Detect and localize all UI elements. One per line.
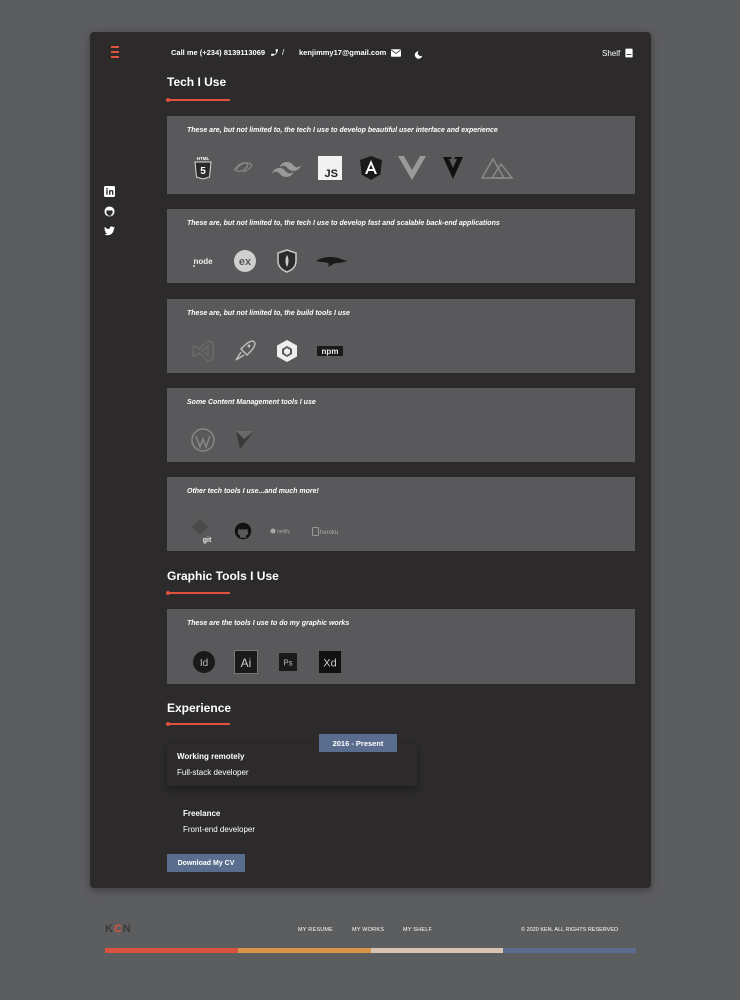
footer-color-bars <box>105 948 636 953</box>
cms-panel: Some Content Management tools I use <box>167 388 635 462</box>
footer-logo[interactable]: KCN <box>105 923 132 935</box>
panel-description: Other tech tools I use...and much more! <box>187 488 319 495</box>
frontend-tech-panel: These are, but not limited to, the tech … <box>167 116 635 194</box>
feathers-icon <box>315 248 349 274</box>
html5-icon: HTML 5 <box>189 154 217 182</box>
book-icon <box>625 48 633 58</box>
nuxt-icon <box>480 154 514 182</box>
logo-letter-k: K <box>105 923 114 935</box>
graphic-section-title: Graphic Tools I Use <box>167 569 279 583</box>
wordpress-icon <box>189 427 217 453</box>
vue-icon <box>398 154 426 182</box>
footer-link-shelf[interactable]: MY SHELF <box>403 927 432 933</box>
svg-text:5: 5 <box>200 166 206 177</box>
panel-description: These are, but not limited to, the tech … <box>187 127 498 134</box>
footer-link-resume[interactable]: MY RESUME <box>298 927 333 933</box>
color-bar <box>503 948 636 953</box>
git-icon: git <box>189 517 217 545</box>
color-bar <box>370 948 504 953</box>
express-label: ex <box>239 256 252 268</box>
github-icon <box>229 517 257 545</box>
build-tools-icons: npm <box>189 338 345 364</box>
dark-mode-toggle[interactable] <box>414 47 423 65</box>
js-label: JS <box>325 168 338 180</box>
linkedin-icon[interactable] <box>104 186 115 197</box>
webpack-icon <box>273 338 301 364</box>
panel-description: These are, but not limited to, the tech … <box>187 220 500 227</box>
download-cv-button[interactable]: Download My CV <box>167 854 245 872</box>
shelf-label: Shelf <box>602 48 621 58</box>
sass-icon <box>230 154 258 182</box>
vscode-icon <box>189 338 217 364</box>
photoshop-label: Ps <box>283 659 292 668</box>
tech-section-title: Tech I Use <box>167 75 227 89</box>
tech-title-underline <box>166 98 230 102</box>
forestry-icon <box>231 427 259 453</box>
frontend-icons: HTML 5 JS <box>189 154 514 182</box>
cms-icons <box>189 427 259 453</box>
twitter-icon[interactable] <box>104 226 115 236</box>
postman-icon <box>231 338 259 364</box>
experience-title: Working remotely <box>177 752 245 761</box>
xd-label: Xd <box>323 658 336 670</box>
npm-icon: npm <box>315 338 345 364</box>
netlify-icon: netlify <box>269 517 299 545</box>
menu-icon[interactable] <box>111 46 119 58</box>
backend-icons: node ex <box>189 248 349 274</box>
javascript-icon: JS <box>316 154 344 182</box>
svg-text:node: node <box>193 257 213 266</box>
indesign-icon: Id <box>189 649 219 675</box>
photoshop-icon: Ps <box>273 649 303 675</box>
xd-icon: Xd <box>315 649 345 675</box>
graphic-icons: Id Ai Ps Xd <box>189 649 345 675</box>
netlify-label: netlify <box>277 529 291 535</box>
angular-icon <box>357 154 385 182</box>
experience-section-title: Experience <box>167 701 232 715</box>
envelope-icon <box>391 48 402 57</box>
heroku-icon: heroku <box>311 517 345 545</box>
call-link[interactable]: Call me (+234) 8139113069 <box>171 48 279 57</box>
indesign-label: Id <box>200 658 208 669</box>
social-links <box>104 186 115 236</box>
footer-link-works[interactable]: MY WORKS <box>352 927 384 933</box>
backend-tech-panel: These are, but not limited to, the tech … <box>167 209 635 283</box>
panel-description: These are, but not limited to, the build… <box>187 310 350 317</box>
heroku-label: heroku <box>320 530 338 536</box>
copyright-text: © 2020 KEN. ALL RIGHTS RESERVED <box>521 927 618 933</box>
experience-role: Front-end developer <box>183 825 256 834</box>
git-label: git <box>203 537 212 544</box>
shelf-link[interactable]: Shelf <box>602 48 633 58</box>
html5-label: HTML <box>197 156 210 161</box>
logo-letter-c: C <box>113 923 123 935</box>
mongodb-icon <box>273 248 301 274</box>
vuetify-icon <box>439 154 467 182</box>
graphic-title-underline <box>166 591 230 595</box>
npm-label: npm <box>322 347 339 356</box>
tailwind-icon <box>271 154 303 182</box>
panel-description: These are the tools I use to do my graph… <box>187 620 350 627</box>
color-bar <box>105 948 238 953</box>
github-icon[interactable] <box>104 206 115 217</box>
nodejs-icon: node <box>189 248 217 274</box>
color-bar <box>237 948 371 953</box>
experience-role: Full-stack developer <box>177 768 249 777</box>
call-label: Call me (+234) 8139113069 <box>171 48 266 57</box>
experience-title: Freelance <box>183 809 221 818</box>
experience-title-underline <box>166 722 230 726</box>
illustrator-label: Ai <box>241 656 252 670</box>
moon-icon <box>414 51 423 59</box>
graphic-tools-panel: These are the tools I use to do my graph… <box>167 609 635 684</box>
other-tools-icons: git netlify heroku <box>189 517 345 545</box>
illustrator-icon: Ai <box>231 649 261 675</box>
email-label: kenjimmy17@gmail.com <box>299 48 387 57</box>
header-separator: / <box>282 48 285 57</box>
experience-date-badge: 2016 - Present <box>319 734 397 752</box>
express-icon: ex <box>231 248 259 274</box>
phone-icon <box>271 49 278 56</box>
logo-letter-n: N <box>122 923 132 935</box>
other-tools-panel: Other tech tools I use...and much more! … <box>167 477 635 551</box>
build-tools-panel: These are, but not limited to, the build… <box>167 299 635 373</box>
panel-description: Some Content Management tools I use <box>187 399 316 406</box>
email-link[interactable]: kenjimmy17@gmail.com <box>299 48 402 57</box>
